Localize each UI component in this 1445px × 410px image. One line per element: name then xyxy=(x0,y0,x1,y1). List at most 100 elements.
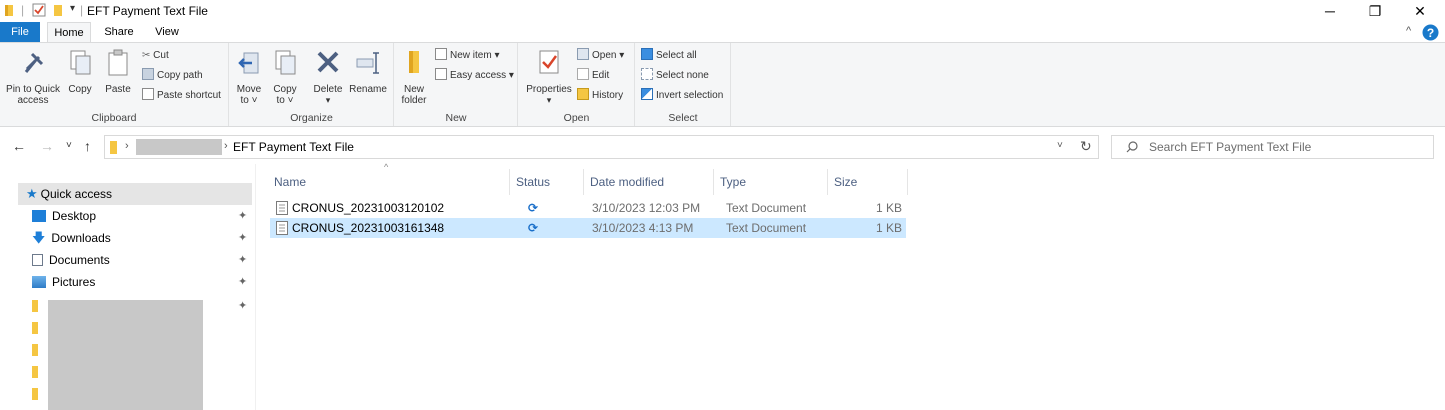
new-item-button[interactable]: New item ▾ xyxy=(435,47,499,65)
rename-icon xyxy=(356,52,379,74)
column-header-date-modified[interactable]: Date modified xyxy=(584,169,714,195)
paste-shortcut-label: Paste shortcut xyxy=(157,90,221,101)
copy-path-button[interactable]: Copy path xyxy=(142,67,203,85)
rename-button[interactable]: Rename xyxy=(348,47,388,95)
file-size: 1 KB xyxy=(875,221,902,235)
recent-locations-chevron-icon[interactable]: ˅ xyxy=(66,140,72,151)
breadcrumb-current-folder[interactable]: EFT Payment Text File xyxy=(233,140,354,154)
select-none-button[interactable]: Select none xyxy=(641,67,709,85)
tab-share[interactable]: Share xyxy=(97,22,141,43)
search-icon xyxy=(1126,141,1138,153)
copy-to-label-2: to ˅ xyxy=(276,95,294,106)
sidebar-item-pictures[interactable]: Pictures ✦ xyxy=(32,271,252,293)
sidebar-item-desktop[interactable]: Desktop ✦ xyxy=(32,205,252,227)
delete-button[interactable]: Delete ▾ xyxy=(312,47,344,106)
minimize-button[interactable]: ─ xyxy=(1307,0,1353,22)
refresh-icon[interactable]: ↻ xyxy=(1080,138,1092,155)
cut-label: Cut xyxy=(153,50,169,61)
properties-dropdown-icon[interactable]: ▾ xyxy=(547,95,552,105)
separator: | xyxy=(21,3,25,17)
new-folder-quick-icon[interactable] xyxy=(52,3,66,17)
group-label-open: Open xyxy=(563,112,590,124)
invert-selection-button[interactable]: Invert selection xyxy=(641,87,723,105)
select-none-label: Select none xyxy=(656,70,709,81)
copy-button[interactable]: Copy xyxy=(64,47,96,95)
open-button[interactable]: Open ▾ xyxy=(577,47,624,65)
customize-quick-access-icon[interactable]: ▾ xyxy=(70,3,75,14)
pin-icon[interactable]: ✦ xyxy=(238,295,247,317)
properties-check-icon[interactable] xyxy=(32,3,46,17)
sidebar-item-downloads[interactable]: 🡇 Downloads ✦ xyxy=(32,227,252,249)
address-dropdown-icon[interactable]: ˅ xyxy=(1057,140,1063,151)
paste-button[interactable]: Paste xyxy=(100,47,136,95)
title-bar: | ▾ | EFT Payment Text File ─ ❐ ✕ xyxy=(0,0,1445,22)
sidebar-item-quick-access[interactable]: ★ Quick access xyxy=(18,183,252,205)
history-button[interactable]: History xyxy=(577,87,623,105)
paste-shortcut-button[interactable]: Paste shortcut xyxy=(142,87,221,105)
column-header-name[interactable]: Name xyxy=(268,169,510,195)
edit-button[interactable]: Edit xyxy=(577,67,609,85)
paste-label: Paste xyxy=(105,84,131,95)
collapse-ribbon-icon[interactable]: ^ xyxy=(1406,25,1411,37)
move-to-label: Move xyxy=(236,84,262,95)
copy-to-icon xyxy=(275,50,296,75)
maximize-button[interactable]: ❐ xyxy=(1352,0,1398,22)
pin-icon[interactable]: ✦ xyxy=(238,205,247,227)
close-button[interactable]: ✕ xyxy=(1397,0,1443,22)
new-item-label: New item ▾ xyxy=(450,50,500,61)
column-header-size[interactable]: Size xyxy=(828,169,908,195)
history-label: History xyxy=(592,90,624,101)
sidebar-item-documents[interactable]: Documents ✦ xyxy=(32,249,252,271)
back-arrow-icon[interactable]: ← xyxy=(12,138,26,154)
select-all-button[interactable]: Select all xyxy=(641,47,697,65)
group-select: Select all Select none Invert selection … xyxy=(636,43,731,126)
copy-path-icon xyxy=(142,68,154,80)
file-date-modified: 3/10/2023 12:03 PM xyxy=(592,201,701,215)
tab-view[interactable]: View xyxy=(147,22,187,43)
address-bar[interactable]: › › EFT Payment Text File ˅ ↻ xyxy=(104,135,1099,159)
pin-icon[interactable]: ✦ xyxy=(238,271,247,293)
ribbon-tabs: File Home Share View ^ ? xyxy=(0,22,1445,43)
group-label-select: Select xyxy=(668,112,698,124)
pin-icon[interactable]: ✦ xyxy=(238,249,247,271)
pin-to-quick-access-button[interactable]: Pin to Quick access xyxy=(4,47,62,106)
new-folder-icon xyxy=(409,51,419,73)
download-arrow-icon: 🡇 xyxy=(32,230,46,245)
help-icon[interactable]: ? xyxy=(1422,24,1439,41)
move-to-label-2: to ˅ xyxy=(240,95,258,106)
ribbon: Pin to Quick access Copy Paste ✂ Cut Cop… xyxy=(0,42,1445,127)
invert-selection-label: Invert selection xyxy=(656,90,724,101)
edit-label: Edit xyxy=(592,70,610,81)
file-name: CRONUS_20231003120102 xyxy=(292,201,445,215)
copy-icon xyxy=(70,50,91,75)
svg-text:?: ? xyxy=(1427,26,1434,40)
easy-access-icon xyxy=(435,68,447,80)
easy-access-button[interactable]: Easy access ▾ xyxy=(435,67,514,85)
up-arrow-icon[interactable]: ↑ xyxy=(84,138,91,154)
properties-button[interactable]: Properties ▾ xyxy=(523,47,575,106)
search-box[interactable]: Search EFT Payment Text File xyxy=(1111,135,1434,159)
table-row[interactable]: CRONUS_20231003161348 ⟳ 3/10/2023 4:13 P… xyxy=(270,218,906,238)
breadcrumb-redacted xyxy=(136,139,222,155)
pin-icon[interactable]: ✦ xyxy=(238,227,247,249)
pin-icon xyxy=(24,52,44,73)
forward-arrow-icon[interactable]: → xyxy=(40,138,54,154)
column-header-status[interactable]: Status xyxy=(510,169,584,195)
move-to-button[interactable]: Move to ˅ xyxy=(234,47,264,106)
delete-label: Delete xyxy=(313,84,343,95)
copy-to-button[interactable]: Copy to ˅ xyxy=(270,47,300,106)
folder-icon xyxy=(32,300,38,312)
delete-dropdown-icon[interactable]: ▾ xyxy=(326,95,331,105)
table-row[interactable]: CRONUS_20231003120102 ⟳ 3/10/2023 12:03 … xyxy=(270,198,906,218)
new-folder-label: New xyxy=(403,84,424,95)
sidebar-item-label: Downloads xyxy=(51,231,111,245)
group-new: New folder New item ▾ Easy access ▾ New xyxy=(395,43,518,126)
column-header-type[interactable]: Type xyxy=(714,169,828,195)
cut-button[interactable]: ✂ Cut xyxy=(142,47,169,65)
tab-home[interactable]: Home xyxy=(47,22,91,43)
paste-icon xyxy=(108,49,128,76)
tab-file[interactable]: File xyxy=(0,22,40,43)
new-folder-button[interactable]: New folder xyxy=(397,47,431,106)
pictures-icon xyxy=(32,276,46,288)
move-to-icon xyxy=(238,52,259,74)
